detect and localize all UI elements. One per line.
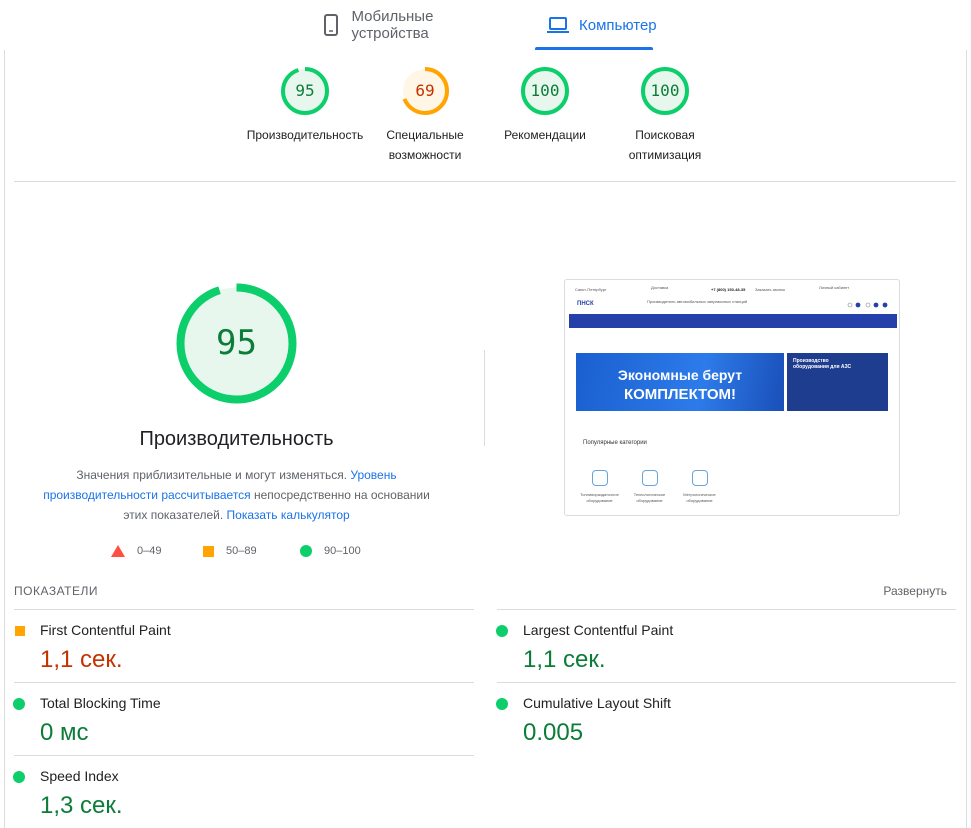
gauge-score: 100 [650, 81, 680, 100]
thumb-category: Метрологическое оборудование [677, 470, 722, 504]
thumb-promo-text: Производство оборудования для АЗС [793, 358, 852, 370]
gauge-ring: 100 [640, 66, 690, 116]
thumb-popular: Популярные категории [583, 440, 647, 446]
metric-name: Speed Index [40, 768, 119, 784]
category-gauge[interactable]: 95 Производительность [235, 66, 375, 145]
thumb-banner-line: Экономные берут [617, 367, 743, 383]
metric-item: Speed Index 1,3 сек. [0, 756, 440, 828]
category-icon [691, 470, 708, 486]
thumb-logo: ПНСК [577, 301, 594, 307]
tab-desktop[interactable]: Компьютер [535, 0, 657, 50]
divider [484, 350, 485, 446]
gauge-score: 95 [295, 81, 315, 100]
gauge-label-line: Рекомендации [504, 128, 586, 142]
circle-icon [496, 698, 508, 710]
metric-value: 1,3 сек. [40, 792, 123, 819]
category-icon [641, 470, 658, 486]
tab-mobile[interactable]: Мобильные устройства [308, 0, 523, 50]
gauge-label: Поисковая оптимизация [595, 125, 735, 165]
circle-icon [13, 698, 25, 710]
circle-icon [300, 545, 312, 557]
thumb-cat-label: Топливораздаточное оборудование [580, 492, 619, 503]
expand-toggle[interactable]: Развернуть [883, 584, 947, 598]
gauge-label-line: возможности [388, 148, 462, 162]
metric-name: Total Blocking Time [40, 695, 161, 711]
thumb-phone: +7 (800) 150-48-35 [711, 287, 746, 292]
category-gauge[interactable]: 69 Специальные возможности [355, 66, 495, 165]
divider [966, 50, 967, 828]
category-icon [591, 470, 608, 486]
desc-text: Значения приблизительные и могут изменят… [76, 468, 351, 482]
circle-icon [496, 625, 508, 637]
performance-score: 95 [216, 323, 257, 363]
phone-icon [320, 14, 341, 36]
performance-gauge: 95 [176, 283, 297, 404]
show-calculator-link[interactable]: Показать калькулятор [227, 508, 350, 522]
square-icon [15, 626, 25, 636]
tab-mobile-label: Мобильные устройства [351, 8, 434, 42]
gauge-label-line: Поисковая [635, 128, 695, 142]
legend-range: 50–89 [226, 545, 257, 557]
metric-value: 1,1 сек. [40, 646, 123, 673]
thumb-delivery: Доставка [651, 285, 669, 290]
legend-pass: 90–100 [300, 545, 361, 557]
gauge-label: Рекомендации [475, 125, 615, 145]
gauge-label: Специальные возможности [355, 125, 495, 165]
metric-value: 0 мс [40, 719, 89, 746]
metric-item: Largest Contentful Paint 1,1 сек. [483, 610, 923, 682]
legend-average: 50–89 [203, 545, 257, 557]
thumb-category: Топливораздаточное оборудование [577, 470, 622, 504]
metric-value: 1,1 сек. [523, 646, 606, 673]
performance-title: Производительность [139, 428, 334, 450]
thumb-nav-bar [569, 314, 897, 328]
gauge-score: 69 [415, 81, 435, 100]
legend-range: 90–100 [324, 545, 361, 557]
metric-name: Largest Contentful Paint [523, 622, 674, 638]
tab-desktop-label: Компьютер [579, 16, 657, 34]
gauge-ring: 95 [280, 66, 330, 116]
metric-item: First Contentful Paint 1,1 сек. [0, 610, 440, 682]
thumb-callback: Заказать звонок [755, 287, 785, 292]
thumb-cat-label: Технологическое оборудование [633, 492, 666, 503]
thumb-icons [847, 302, 888, 308]
legend-range: 0–49 [137, 545, 162, 557]
thumb-banner: Экономные берут КОМПЛЕКТОМ! [576, 353, 784, 411]
lighthouse-report: Мобильные устройства Компьютер 95 Произво… [0, 0, 971, 828]
metric-value: 0.005 [523, 719, 584, 746]
metric-item: Cumulative Layout Shift 0.005 [483, 683, 923, 755]
thumb-city: Санкт-Петербург [575, 287, 607, 292]
circle-icon [13, 771, 25, 783]
laptop-icon [547, 14, 569, 36]
thumb-banner-line: КОМПЛЕКТОМ! [623, 386, 737, 403]
metric-name: Cumulative Layout Shift [523, 695, 671, 711]
legend-fail: 0–49 [111, 545, 161, 557]
divider [14, 181, 956, 182]
gauge-ring: 69 [400, 66, 450, 116]
thumb-category: Технологическое оборудование [627, 470, 672, 504]
thumb-promo: Производство оборудования для АЗС [787, 353, 888, 411]
gauge-ring: 100 [520, 66, 570, 116]
gauge-label-line: Специальные [386, 128, 464, 142]
category-gauge[interactable]: 100 Рекомендации [475, 66, 615, 145]
metric-item: Total Blocking Time 0 мс [0, 683, 440, 755]
thumb-cabinet: Личный кабинет [819, 285, 850, 290]
gauge-score: 100 [530, 81, 560, 100]
category-gauge[interactable]: 100 Поисковая оптимизация [595, 66, 735, 165]
final-screenshot[interactable]: Санкт-Петербург Доставка +7 (800) 150-48… [564, 279, 900, 516]
metrics-header: ПОКАЗАТЕЛИ [14, 584, 98, 598]
thumb-cat-label: Метрологическое оборудование [683, 492, 716, 503]
gauge-label-line: Производительность [246, 128, 364, 142]
performance-description: Значения приблизительные и могут изменят… [35, 465, 438, 525]
thumb-tagline: Производитель автомобильных заправочных … [647, 299, 748, 304]
gauge-label-line: оптимизация [628, 148, 702, 162]
triangle-icon [111, 545, 125, 557]
square-icon [203, 545, 214, 557]
metric-name: First Contentful Paint [40, 622, 171, 638]
gauge-label: Производительность [235, 125, 375, 145]
